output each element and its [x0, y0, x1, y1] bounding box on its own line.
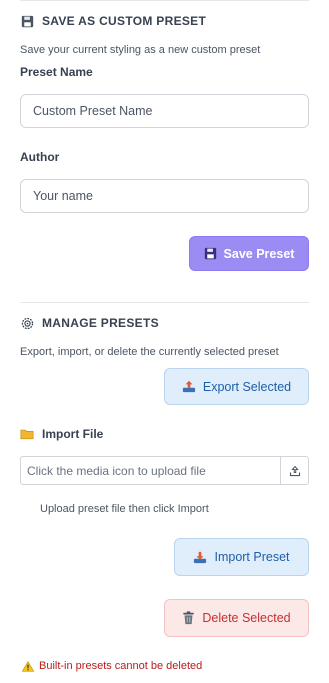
import-preset-label: Import Preset: [214, 550, 290, 564]
trash-icon: [182, 611, 195, 625]
export-selected-button[interactable]: Export Selected: [164, 368, 309, 405]
delete-warning-text: Built-in presets cannot be deleted: [39, 660, 203, 672]
file-path-input[interactable]: [21, 457, 280, 484]
media-upload-button[interactable]: [280, 457, 308, 484]
delete-selected-label: Delete Selected: [202, 611, 291, 625]
gear-icon: [20, 316, 34, 330]
import-file-label-text: Import File: [42, 427, 104, 441]
manage-section-title: MANAGE PRESETS: [20, 316, 159, 330]
save-section-title-text: SAVE AS CUSTOM PRESET: [42, 14, 207, 28]
preset-name-input[interactable]: [20, 94, 309, 128]
author-input[interactable]: [20, 179, 309, 213]
save-preset-button-label: Save Preset: [223, 246, 295, 261]
section-divider: [20, 302, 309, 303]
floppy-disk-icon: [204, 247, 217, 260]
save-section-title: SAVE AS CUSTOM PRESET: [20, 14, 206, 28]
import-file-label: Import File: [20, 427, 103, 441]
download-tray-icon: [193, 551, 207, 564]
export-selected-label: Export Selected: [202, 379, 292, 394]
warning-icon: [22, 660, 34, 672]
author-label: Author: [20, 150, 60, 164]
upload-tray-icon: [289, 465, 301, 477]
manage-section-title-text: MANAGE PRESETS: [42, 316, 159, 330]
delete-warning: Built-in presets cannot be deleted: [22, 660, 202, 672]
top-divider: [20, 0, 309, 1]
floppy-disk-icon: [20, 14, 34, 28]
import-preset-button[interactable]: Import Preset: [174, 538, 309, 576]
upload-hint: Upload preset file then click Import: [40, 503, 209, 515]
save-section-description: Save your current styling as a new custo…: [20, 44, 261, 56]
delete-selected-button[interactable]: Delete Selected: [164, 599, 309, 637]
save-preset-button[interactable]: Save Preset: [189, 236, 309, 271]
folder-icon: [20, 427, 34, 441]
preset-name-label: Preset Name: [20, 65, 93, 79]
manage-section-description: Export, import, or delete the currently …: [20, 346, 279, 358]
upload-tray-icon: [182, 380, 196, 393]
file-upload-row: [20, 456, 309, 485]
